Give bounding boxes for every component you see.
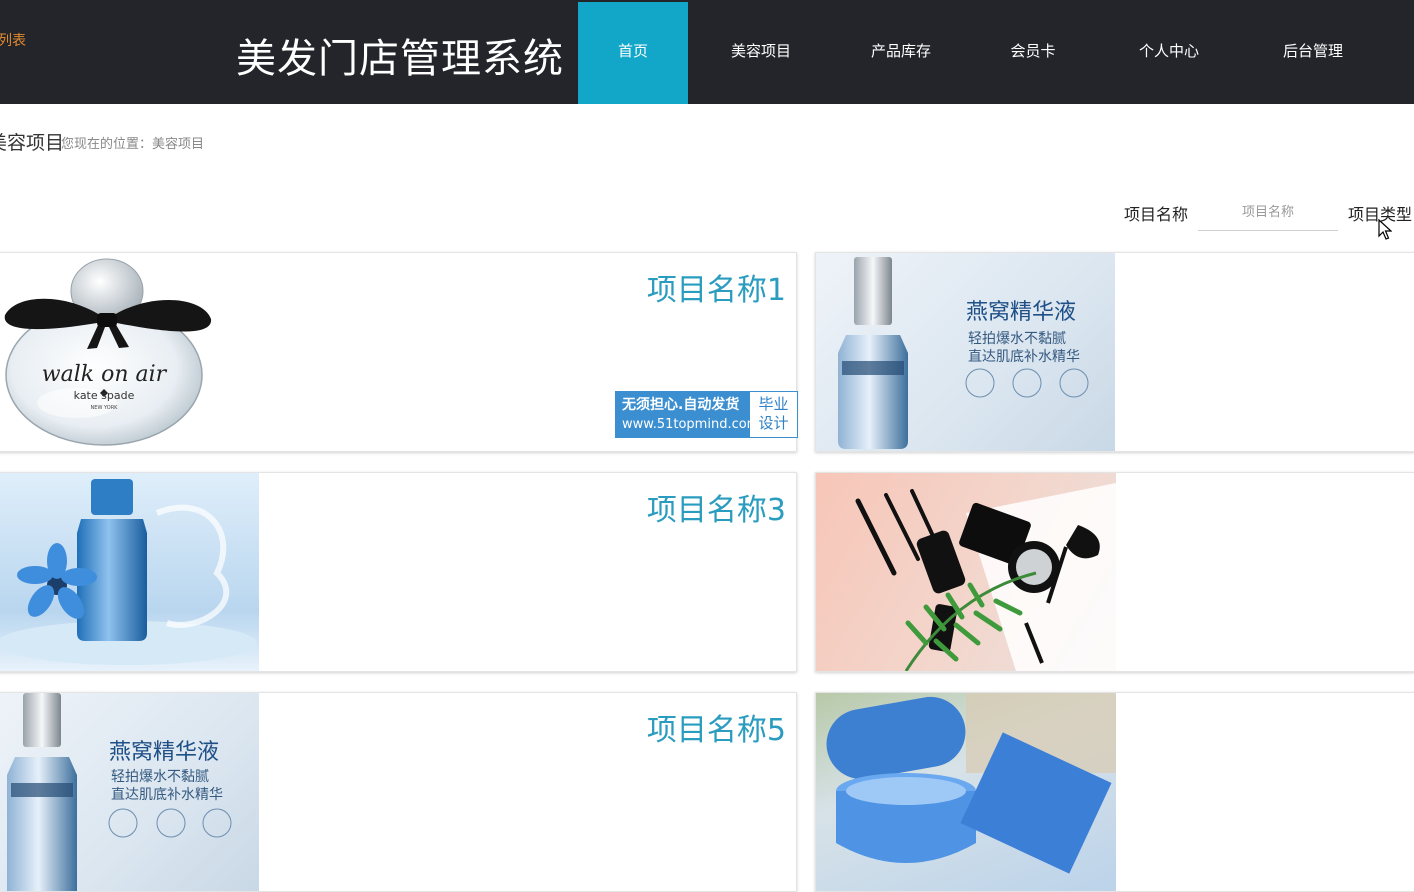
project-card[interactable]: 燕窝精华液 轻拍爆水不黏腻 直达肌底补水精华 (815, 252, 1414, 452)
list-link[interactable]: 列表 (0, 30, 26, 50)
perfume-city: NEW YORK (91, 405, 119, 411)
nav-home[interactable]: 首页 (578, 2, 688, 104)
breadcrumb: 您现在的位置：美容项目 (61, 137, 205, 152)
page-title: 美容项目 (0, 132, 65, 154)
laneige-cream-jar-image[interactable] (816, 693, 1116, 891)
ad-headline: 燕窝精华液 (109, 740, 219, 765)
watermark-badge: 无须担心.自动发货 www.51topmind.com 毕业 设计 (615, 391, 798, 438)
nav-admin[interactable]: 后台管理 (1258, 2, 1368, 104)
bird-nest-essence-ad-image[interactable]: 燕窝精华液 轻拍爆水不黏腻 直达肌底补水精华 (816, 253, 1115, 451)
project-card[interactable] (815, 692, 1414, 892)
ad-sub2: 直达肌底补水精华 (968, 348, 1080, 365)
mouse-cursor-icon (1378, 219, 1392, 240)
project-card[interactable]: 燕窝精华液 轻拍爆水不黏腻 直达肌底补水精华 项目名称5 (0, 692, 797, 892)
nav-personal-center[interactable]: 个人中心 (1114, 2, 1224, 104)
project-name-label: 项目名称 (1124, 205, 1189, 224)
card-title[interactable]: 项目名称1 (647, 265, 786, 309)
perfume-script: walk on air (42, 362, 168, 387)
card-title[interactable]: 项目名称5 (647, 705, 786, 749)
project-card[interactable] (815, 472, 1414, 672)
project-card[interactable]: 项目名称3 (0, 472, 797, 672)
ad-sub1: 轻拍爆水不黏腻 (968, 331, 1066, 347)
blue-serum-splash-image[interactable] (0, 473, 259, 671)
perfume-bottle-image[interactable]: walk on air kate spade NEW YORK (0, 253, 227, 451)
bird-nest-essence-ad-image[interactable]: 燕窝精华液 轻拍爆水不黏腻 直达肌底补水精华 (0, 693, 259, 891)
ad-sub2: 直达肌底补水精华 (111, 786, 223, 803)
watermark-line2: www.51topmind.com (622, 417, 760, 432)
watermark-badge2: 设计 (758, 414, 789, 432)
nav-beauty-projects[interactable]: 美容项目 (706, 2, 816, 104)
site-brand-title: 美发门店管理系统 (236, 36, 564, 82)
card-title[interactable]: 项目名称3 (647, 485, 786, 529)
watermark-badge1: 毕业 (758, 395, 789, 413)
project-name-input[interactable] (1198, 194, 1338, 231)
watermark-line1: 无须担心.自动发货 (622, 397, 740, 413)
ad-headline: 燕窝精华液 (966, 300, 1076, 325)
makeup-brushes-image[interactable] (816, 473, 1116, 671)
nav-member-card[interactable]: 会员卡 (978, 2, 1088, 104)
nav-product-inventory[interactable]: 产品库存 (846, 2, 956, 104)
ad-sub1: 轻拍爆水不黏腻 (111, 769, 209, 785)
perfume-brand: kate spade (74, 389, 135, 402)
top-navbar: 列表 美发门店管理系统 首页 美容项目 产品库存 会员卡 个人中心 后台管理 (0, 0, 1414, 104)
